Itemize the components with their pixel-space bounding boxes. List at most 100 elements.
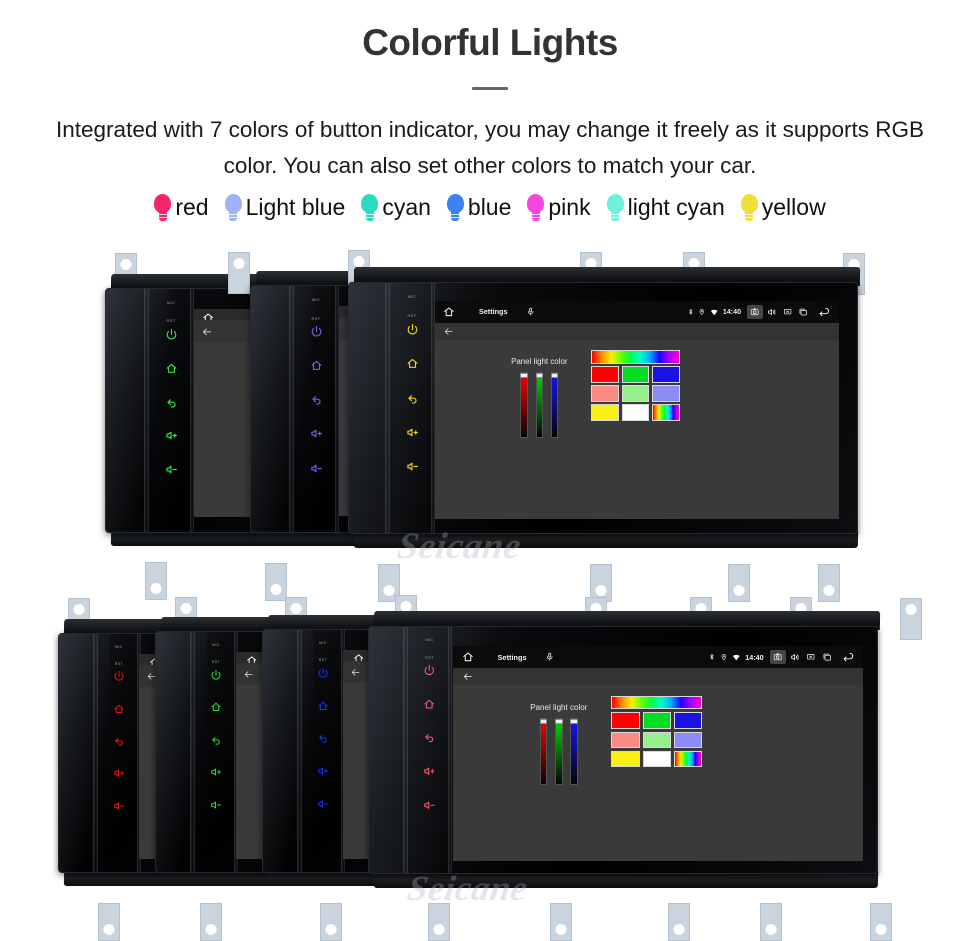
legend-item-light-cyan: light cyan <box>599 194 733 222</box>
back-arrow-icon[interactable] <box>443 326 454 337</box>
volume-up-icon[interactable] <box>406 426 419 439</box>
power-icon[interactable] <box>310 325 323 338</box>
microphone-icon[interactable] <box>526 307 535 316</box>
status-bar: Settings 14:40 <box>435 301 839 323</box>
red-slider-knob[interactable] <box>520 372 528 378</box>
lcd-screen[interactable]: Settings 14:40 Panel light color <box>453 646 863 861</box>
rst-label: RST <box>407 313 417 319</box>
title-divider <box>472 86 508 90</box>
color-swatch[interactable] <box>673 712 702 729</box>
color-swatch[interactable] <box>673 731 702 749</box>
color-swatch[interactable] <box>652 385 680 402</box>
color-swatch[interactable] <box>621 404 650 421</box>
color-swatch[interactable] <box>642 712 671 729</box>
back-arrow-icon[interactable] <box>201 326 213 338</box>
microphone-icon[interactable] <box>545 652 554 662</box>
color-swatch[interactable] <box>591 404 619 421</box>
back-arrow-icon[interactable] <box>243 669 254 680</box>
home-icon[interactable] <box>406 357 419 370</box>
volume-down-icon[interactable] <box>317 798 329 810</box>
power-icon[interactable] <box>210 669 222 681</box>
back-arrow-icon[interactable] <box>350 667 361 678</box>
volume-down-icon[interactable] <box>165 463 178 476</box>
back-icon[interactable] <box>423 731 436 744</box>
red-slider[interactable] <box>539 717 548 786</box>
camera-icon[interactable] <box>769 649 786 665</box>
volume-up-icon[interactable] <box>423 765 436 778</box>
volume-up-icon[interactable] <box>317 765 329 777</box>
color-swatch-grid <box>591 350 680 421</box>
back-icon[interactable] <box>406 392 419 405</box>
power-icon[interactable] <box>406 323 419 336</box>
power-icon[interactable] <box>423 664 436 677</box>
volume-up-icon[interactable] <box>165 429 178 442</box>
home-icon[interactable] <box>165 362 178 375</box>
home-icon[interactable] <box>462 651 474 663</box>
back-arrow-icon[interactable] <box>462 671 473 682</box>
color-swatch[interactable] <box>611 731 640 749</box>
volume-up-icon[interactable] <box>113 767 125 779</box>
volume-down-icon[interactable] <box>310 462 323 475</box>
green-slider[interactable] <box>535 371 544 439</box>
back-icon[interactable] <box>310 393 323 406</box>
color-swatch[interactable] <box>652 366 680 383</box>
page-subtitle: Integrated with 7 colors of button indic… <box>56 116 924 178</box>
home-icon[interactable] <box>443 306 455 318</box>
close-box-icon[interactable] <box>806 652 815 661</box>
color-swatch[interactable] <box>642 731 671 749</box>
color-swatch[interactable] <box>591 366 619 383</box>
close-box-icon[interactable] <box>783 307 792 316</box>
green-slider[interactable] <box>554 717 563 786</box>
rgb-sliders <box>520 371 559 439</box>
power-icon[interactable] <box>317 667 329 679</box>
home-icon[interactable] <box>210 701 222 713</box>
blue-slider-knob[interactable] <box>550 372 559 378</box>
speaker-icon[interactable] <box>790 652 800 662</box>
home-icon[interactable] <box>317 700 329 712</box>
rgb-slider-group: Panel light color <box>530 703 587 786</box>
speaker-icon[interactable] <box>767 307 777 317</box>
volume-up-icon[interactable] <box>210 766 222 778</box>
back-icon[interactable] <box>165 396 178 409</box>
green-slider-knob[interactable] <box>554 718 563 724</box>
back-arrow-icon[interactable] <box>842 651 855 664</box>
color-swatch[interactable] <box>621 385 650 402</box>
home-icon[interactable] <box>423 698 436 711</box>
color-swatch[interactable] <box>611 712 640 729</box>
camera-icon[interactable] <box>746 304 763 320</box>
gloss-strip <box>144 289 149 532</box>
red-slider-knob[interactable] <box>539 718 548 724</box>
blue-slider[interactable] <box>550 371 559 439</box>
color-swatch[interactable] <box>611 751 640 768</box>
volume-up-icon[interactable] <box>310 427 323 440</box>
recents-icon[interactable] <box>798 307 808 317</box>
color-swatch[interactable] <box>673 751 702 768</box>
volume-down-icon[interactable] <box>210 799 222 811</box>
color-swatch[interactable] <box>621 366 650 383</box>
green-slider-knob[interactable] <box>535 372 544 378</box>
power-icon[interactable] <box>165 328 178 341</box>
legend-item-cyan: cyan <box>353 194 439 222</box>
recents-icon[interactable] <box>822 652 832 662</box>
color-swatch[interactable] <box>591 385 619 402</box>
color-swatch[interactable] <box>652 404 680 421</box>
volume-down-icon[interactable] <box>406 460 419 473</box>
blue-slider-knob[interactable] <box>570 718 579 724</box>
rainbow-spectrum[interactable] <box>611 695 702 710</box>
back-icon[interactable] <box>210 734 222 746</box>
mounting-bracket <box>760 903 782 941</box>
back-arrow-icon[interactable] <box>818 306 831 319</box>
rainbow-spectrum[interactable] <box>591 350 680 364</box>
blue-slider[interactable] <box>570 717 579 786</box>
volume-down-icon[interactable] <box>113 800 125 812</box>
color-swatch[interactable] <box>642 751 671 768</box>
volume-down-icon[interactable] <box>423 799 436 812</box>
back-icon[interactable] <box>317 732 329 744</box>
home-icon[interactable] <box>113 703 125 715</box>
lcd-screen[interactable]: Settings 14:40 Panel light color <box>435 301 839 519</box>
rst-label: RST <box>166 318 176 324</box>
home-icon[interactable] <box>310 359 323 372</box>
back-icon[interactable] <box>113 735 125 747</box>
red-slider[interactable] <box>520 371 528 439</box>
power-icon[interactable] <box>113 670 125 682</box>
